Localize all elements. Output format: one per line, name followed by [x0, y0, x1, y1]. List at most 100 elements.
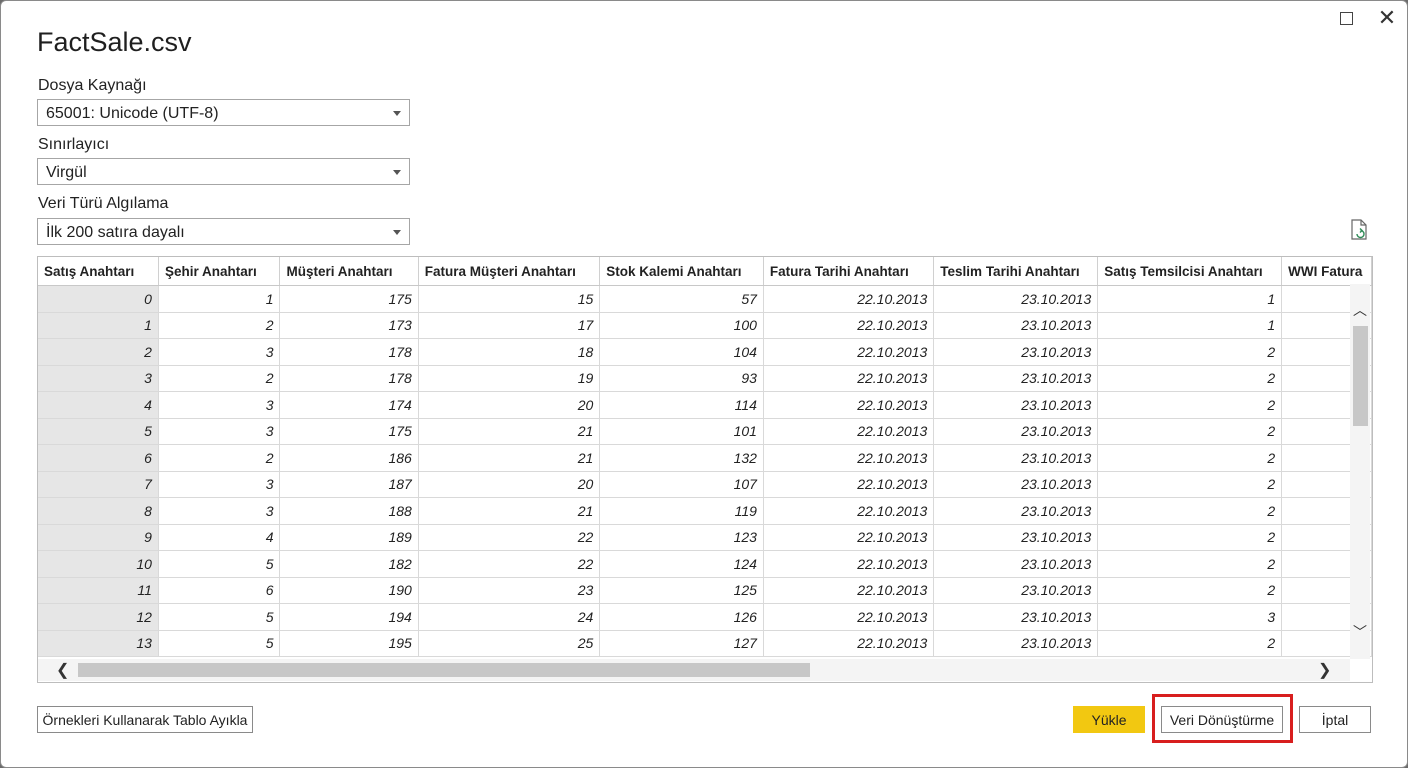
- column-header[interactable]: Müşteri Anahtarı: [279, 257, 419, 286]
- vertical-scrollbar[interactable]: ︿ ﹀: [1350, 284, 1370, 659]
- table-cell: 2: [1097, 418, 1283, 445]
- table-cell: 178: [279, 365, 419, 392]
- table-cell: 2: [38, 338, 159, 366]
- table-cell: 22.10.2013: [763, 391, 935, 419]
- table-row: 1 2 173 17 100 22.10.2013 23.10.2013 1: [38, 312, 1372, 339]
- table-cell: 22.10.2013: [763, 365, 935, 392]
- table-cell: 23.10.2013: [933, 365, 1099, 392]
- delimiter-dropdown[interactable]: Virgül: [37, 158, 410, 185]
- cancel-button[interactable]: İptal: [1299, 706, 1371, 733]
- maximize-icon[interactable]: [1335, 7, 1357, 29]
- chevron-down-icon: [393, 111, 401, 116]
- table-cell: 19: [418, 365, 601, 392]
- file-origin-dropdown[interactable]: 65001: Unicode (UTF-8): [37, 99, 410, 126]
- table-cell: 25: [418, 630, 601, 657]
- table-row: 6 2 186 21 132 22.10.2013 23.10.2013 2: [38, 444, 1372, 472]
- horizontal-scroll-thumb[interactable]: [78, 663, 810, 677]
- table-cell: 2: [1097, 338, 1283, 366]
- table-cell: 23.10.2013: [933, 497, 1099, 525]
- table-cell: 22.10.2013: [763, 603, 935, 631]
- table-cell: 1: [1097, 312, 1283, 339]
- column-header[interactable]: WWI Fatura: [1281, 257, 1372, 286]
- table-cell: 21: [418, 497, 601, 525]
- table-cell: 187: [279, 471, 419, 498]
- table-cell: 182: [279, 550, 419, 578]
- table-cell: 173: [279, 312, 419, 339]
- table-cell: 13: [38, 630, 159, 657]
- scroll-down-icon[interactable]: ﹀: [1350, 622, 1370, 642]
- table-row: 5 3 175 21 101 22.10.2013 23.10.2013 2: [38, 418, 1372, 445]
- column-header[interactable]: Satış Anahtarı: [38, 257, 159, 286]
- table-cell: 3: [158, 391, 281, 419]
- table-cell: 3: [158, 497, 281, 525]
- table-cell: 119: [599, 497, 764, 525]
- table-cell: 1: [1097, 285, 1283, 313]
- table-cell: 2: [1097, 497, 1283, 525]
- table-cell: 3: [158, 338, 281, 366]
- column-header[interactable]: Stok Kalemi Anahtarı: [599, 257, 764, 286]
- table-cell: 2: [158, 444, 281, 472]
- table-cell: 12: [38, 603, 159, 631]
- table-cell: 23.10.2013: [933, 524, 1099, 551]
- scroll-left-icon[interactable]: ❮: [56, 660, 69, 680]
- table-cell: 104: [599, 338, 764, 366]
- table-cell: 24: [418, 603, 601, 631]
- table-row: 13 5 195 25 127 22.10.2013 23.10.2013 2: [38, 630, 1372, 657]
- table-row: 12 5 194 24 126 22.10.2013 23.10.2013 3: [38, 603, 1372, 631]
- close-icon[interactable]: ✕: [1376, 7, 1398, 29]
- table-cell: 123: [599, 524, 764, 551]
- table-cell: 5: [38, 418, 159, 445]
- table-row: 0 1 175 15 57 22.10.2013 23.10.2013 1: [38, 285, 1372, 313]
- table-cell: 23.10.2013: [933, 444, 1099, 472]
- column-header[interactable]: Fatura Müşteri Anahtarı: [418, 257, 601, 286]
- load-button[interactable]: Yükle: [1073, 706, 1145, 733]
- table-row: 2 3 178 18 104 22.10.2013 23.10.2013 2: [38, 338, 1372, 366]
- column-header[interactable]: Satış Temsilcisi Anahtarı: [1097, 257, 1283, 286]
- table-cell: 4: [158, 524, 281, 551]
- table-cell: 23.10.2013: [933, 312, 1099, 339]
- table-cell: 190: [279, 577, 419, 604]
- type-detection-dropdown[interactable]: İlk 200 satıra dayalı: [37, 218, 410, 245]
- table-cell: 22: [418, 550, 601, 578]
- table-cell: 4: [38, 391, 159, 419]
- table-cell: 125: [599, 577, 764, 604]
- type-detection-value: İlk 200 satıra dayalı: [46, 224, 185, 241]
- horizontal-scrollbar[interactable]: ❮ ❯: [38, 659, 1350, 681]
- table-cell: 175: [279, 285, 419, 313]
- extract-table-button[interactable]: Örnekleri Kullanarak Tablo Ayıkla: [37, 706, 253, 733]
- table-cell: 2: [158, 312, 281, 339]
- delimiter-value: Virgül: [46, 164, 87, 181]
- table-cell: 107: [599, 471, 764, 498]
- column-header[interactable]: Teslim Tarihi Anahtarı: [933, 257, 1099, 286]
- table-cell: 2: [1097, 630, 1283, 657]
- table-cell: 2: [1097, 365, 1283, 392]
- table-cell: 17: [418, 312, 601, 339]
- table-cell: 23.10.2013: [933, 418, 1099, 445]
- table-cell: 100: [599, 312, 764, 339]
- table-cell: 11: [38, 577, 159, 604]
- table-cell: 174: [279, 391, 419, 419]
- file-origin-label: Dosya Kaynağı: [38, 77, 147, 94]
- table-cell: 22.10.2013: [763, 285, 935, 313]
- refresh-document-icon[interactable]: [1349, 219, 1369, 241]
- column-header[interactable]: Fatura Tarihi Anahtarı: [763, 257, 935, 286]
- table-cell: 22.10.2013: [763, 418, 935, 445]
- table-cell: 5: [158, 550, 281, 578]
- scroll-right-icon[interactable]: ❯: [1318, 660, 1331, 680]
- table-cell: 2: [1097, 471, 1283, 498]
- table-cell: 22.10.2013: [763, 577, 935, 604]
- table-cell: 5: [158, 630, 281, 657]
- table-cell: 20: [418, 391, 601, 419]
- scroll-up-icon[interactable]: ︿: [1350, 300, 1370, 320]
- table-cell: 22.10.2013: [763, 497, 935, 525]
- column-header[interactable]: Şehir Anahtarı: [158, 257, 281, 286]
- table-cell: 23.10.2013: [933, 338, 1099, 366]
- type-detection-label: Veri Türü Algılama: [38, 195, 169, 212]
- table-cell: 23.10.2013: [933, 577, 1099, 604]
- vertical-scroll-thumb[interactable]: [1353, 326, 1368, 426]
- table-cell: 22.10.2013: [763, 471, 935, 498]
- table-cell: 178: [279, 338, 419, 366]
- table-cell: 22.10.2013: [763, 338, 935, 366]
- table-cell: 10: [38, 550, 159, 578]
- table-row: 7 3 187 20 107 22.10.2013 23.10.2013 2: [38, 471, 1372, 498]
